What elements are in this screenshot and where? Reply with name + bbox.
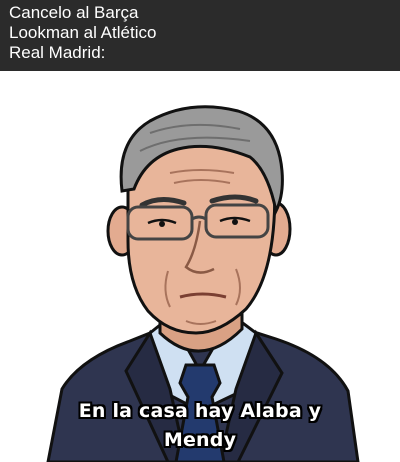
top-text-bar: Cancelo al Barça Lookman al Atlético Rea… bbox=[0, 0, 400, 71]
left-eye bbox=[159, 221, 165, 227]
header-line-2: Lookman al Atlético bbox=[9, 23, 157, 42]
right-eye bbox=[232, 219, 238, 225]
meme-caption-line-2: Mendy bbox=[163, 429, 237, 451]
meme-caption-line-1: En la casa hay Alaba y bbox=[78, 400, 322, 422]
header-line-3: Real Madrid: bbox=[9, 43, 106, 62]
header-line-1: Cancelo al Barça bbox=[9, 3, 139, 22]
meme-image-panel: En la casa hay Alaba y Mendy bbox=[0, 71, 400, 462]
